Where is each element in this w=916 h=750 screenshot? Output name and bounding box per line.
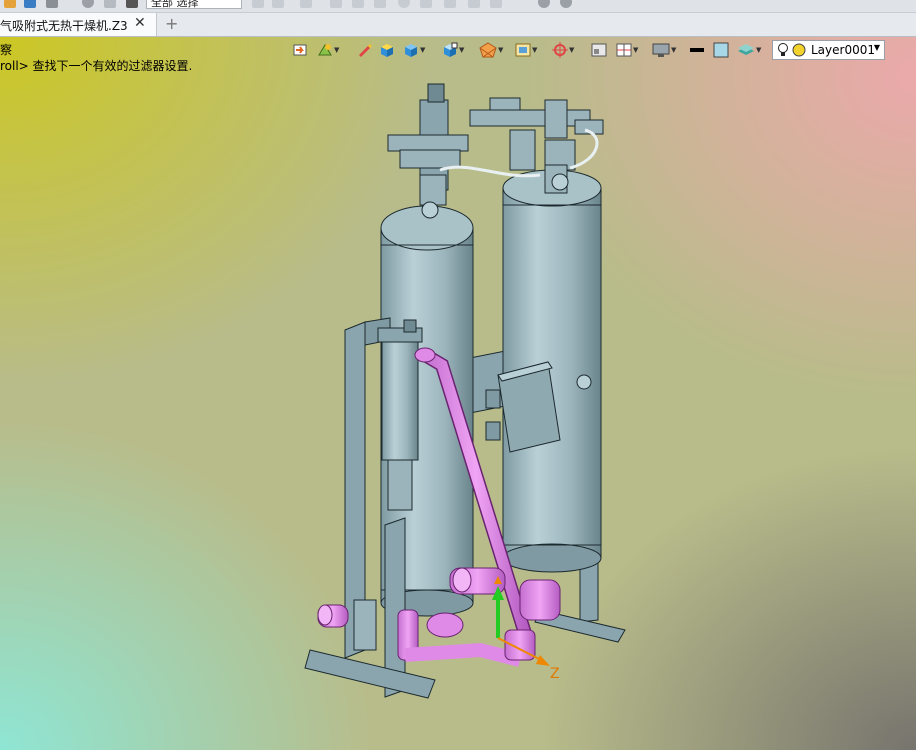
fillet-icon[interactable] [420,0,432,8]
tab-document-label: 空气吸附式无热干燥机.Z3 [0,19,128,33]
line-icon[interactable] [352,0,364,8]
z-axis-label: Z [550,666,560,682]
trim-icon[interactable] [468,0,480,8]
selection-filter-select[interactable]: 全部 选择 [146,0,242,9]
print-icon[interactable] [46,0,58,8]
redo-icon[interactable] [104,0,116,8]
save-icon[interactable] [4,0,16,8]
save-all-icon[interactable] [24,0,36,8]
tab-document[interactable]: 空气吸附式无热干燥机.Z3 ✕ [0,13,157,36]
extend-icon[interactable] [490,0,502,8]
delete-icon[interactable] [126,0,138,8]
move-icon[interactable] [272,0,284,8]
sketch-icon[interactable] [330,0,342,8]
add-tab-button[interactable]: + [165,14,178,33]
quick-access-toolbar: 全部 选择 [0,0,916,13]
settings-icon[interactable] [538,0,550,8]
arc-icon[interactable] [374,0,386,8]
pointer-icon[interactable] [252,0,264,8]
rotate-icon[interactable] [300,0,312,8]
air-dryer-model[interactable]: Z [0,37,916,750]
close-icon[interactable]: ✕ [134,15,146,31]
document-tab-bar: 空气吸附式无热干燥机.Z3 ✕ + [0,13,916,37]
circle-icon[interactable] [398,0,410,8]
undo-icon[interactable] [82,0,94,8]
3d-viewport[interactable]: 观察 roll> 查找下一个有效的过滤器设置. ▼ ▼ ▼ ▼ [0,37,916,750]
point-icon[interactable] [444,0,456,8]
help-icon[interactable] [560,0,572,8]
